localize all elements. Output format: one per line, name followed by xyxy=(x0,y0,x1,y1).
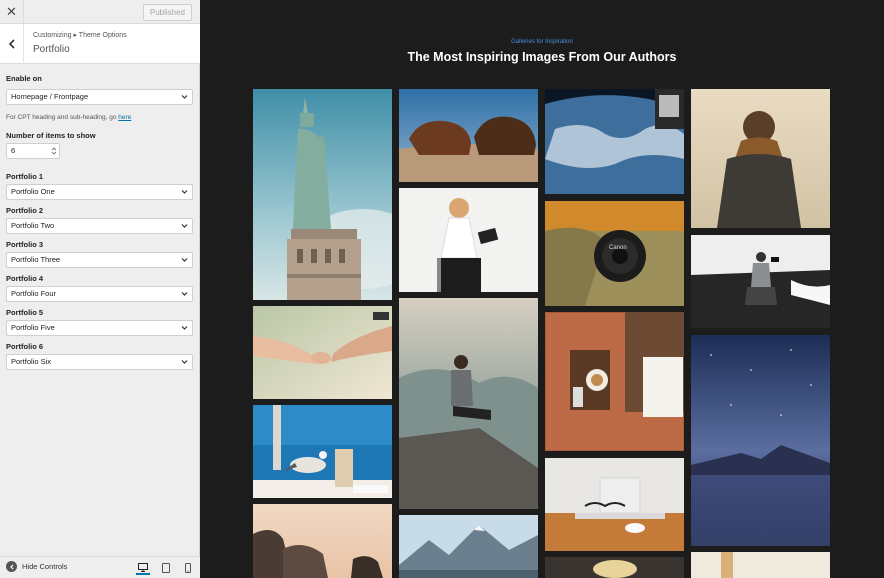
photographer-on-beach-photo[interactable] xyxy=(691,235,830,328)
chevron-down-icon xyxy=(181,360,188,364)
chevron-down-icon xyxy=(181,326,188,330)
chevron-down-icon xyxy=(181,224,188,228)
portfolio-1-select[interactable]: Portfolio One xyxy=(6,184,193,200)
desktop-preview-button[interactable] xyxy=(136,561,150,575)
stepper-icon[interactable] xyxy=(51,146,57,156)
portfolio-2-select[interactable]: Portfolio Two xyxy=(6,218,193,234)
close-icon: ✕ xyxy=(6,4,17,19)
teacup-photo[interactable] xyxy=(545,557,684,578)
desktop-icon xyxy=(138,562,148,572)
cpt-note: For CPT heading and sub-heading, go here xyxy=(6,114,194,121)
portfolio-5-select[interactable]: Portfolio Five xyxy=(6,320,193,336)
man-on-cliff-photo[interactable] xyxy=(399,298,538,509)
portfolio-6-value: Portfolio Six xyxy=(11,357,52,366)
portfolio-1-label: Portfolio 1 xyxy=(6,172,44,181)
portfolio-3-select[interactable]: Portfolio Three xyxy=(6,252,193,268)
cpt-note-text: For CPT heading and sub-heading, go xyxy=(6,114,119,121)
section-header: Customizing ▸ Theme Options Portfolio xyxy=(0,24,200,64)
night-sky-lake-photo[interactable] xyxy=(691,335,830,546)
hide-controls-icon xyxy=(6,561,17,572)
chevron-down-icon xyxy=(181,292,188,296)
portfolio-3-value: Portfolio Three xyxy=(11,255,61,264)
bright-strip-photo[interactable] xyxy=(691,552,830,578)
seagull-on-beach-photo[interactable] xyxy=(253,405,392,498)
controls-panel: Enable on Homepage / Frontpage For CPT h… xyxy=(0,64,200,370)
portfolio-5-label: Portfolio 5 xyxy=(6,308,44,317)
gallery-headline: The Most Inspiring Images From Our Autho… xyxy=(407,50,677,64)
chevron-down-icon xyxy=(181,95,188,99)
enable-on-select[interactable]: Homepage / Frontpage xyxy=(6,89,193,105)
portfolio-2-label: Portfolio 2 xyxy=(6,206,44,215)
cpt-note-link[interactable]: here xyxy=(118,114,131,121)
items-count-label: Number of items to show xyxy=(6,131,96,140)
tablet-preview-button[interactable] xyxy=(159,561,173,575)
chevron-down-icon xyxy=(181,258,188,262)
enable-on-value: Homepage / Frontpage xyxy=(11,92,89,101)
mobile-icon xyxy=(185,563,191,573)
published-button[interactable]: Published xyxy=(142,4,192,21)
hide-controls-button[interactable]: Hide Controls xyxy=(6,561,67,572)
items-count-value: 6 xyxy=(11,146,16,155)
portfolio-6-label: Portfolio 6 xyxy=(6,342,44,351)
enable-on-label: Enable on xyxy=(6,74,42,83)
section-title: Portfolio xyxy=(33,44,70,55)
laptop-and-glasses-photo[interactable] xyxy=(545,458,684,551)
customizer-topbar: ✕ Published xyxy=(0,0,200,24)
site-preview: Galleries for Inspiration The Most Inspi… xyxy=(200,0,884,578)
chevron-left-icon xyxy=(8,39,15,49)
breadcrumb: Customizing ▸ Theme Options xyxy=(33,32,127,39)
gallery-kicker: Galleries for Inspiration xyxy=(511,39,573,45)
portfolio-4-select[interactable]: Portfolio Four xyxy=(6,286,193,302)
portfolio-list: Portfolio 1 Portfolio One Portfolio 2 Portf… xyxy=(6,172,194,370)
chevron-down-icon xyxy=(181,190,188,194)
portfolio-4-label: Portfolio 4 xyxy=(6,274,44,283)
portfolio-2-value: Portfolio Two xyxy=(11,221,55,230)
mountain-peaks-photo[interactable] xyxy=(399,515,538,578)
back-button[interactable] xyxy=(0,24,24,64)
items-count-input[interactable]: 6 xyxy=(6,143,60,159)
coastal-rocks-photo[interactable] xyxy=(253,504,392,578)
woman-with-tablet-photo[interactable] xyxy=(399,188,538,292)
customizer-sidebar: ✕ Published Customizing ▸ Theme Options … xyxy=(0,0,200,578)
portfolio-6-select[interactable]: Portfolio Six xyxy=(6,354,193,370)
hands-pinky-promise-photo[interactable] xyxy=(253,306,392,399)
earth-from-space-photo[interactable] xyxy=(545,89,684,194)
canon-camera-lens-photo[interactable]: Canon xyxy=(545,201,684,306)
close-customizer-button[interactable]: ✕ xyxy=(0,0,24,24)
statue-of-liberty-photo[interactable] xyxy=(253,89,392,300)
coffee-cup-table-photo[interactable] xyxy=(545,312,684,451)
customizer-footer: Hide Controls xyxy=(0,556,200,578)
portfolio-3-label: Portfolio 3 xyxy=(6,240,44,249)
woman-in-scarf-photo[interactable] xyxy=(691,89,830,228)
tablet-icon xyxy=(162,563,170,573)
mobile-preview-button[interactable] xyxy=(181,561,195,575)
portfolio-5-value: Portfolio Five xyxy=(11,323,55,332)
hide-controls-label: Hide Controls xyxy=(22,562,68,571)
portfolio-4-value: Portfolio Four xyxy=(11,289,57,298)
horses-on-hill-photo[interactable] xyxy=(399,89,538,182)
canon-lens-text: Canon xyxy=(609,245,627,251)
portfolio-1-value: Portfolio One xyxy=(11,187,55,196)
